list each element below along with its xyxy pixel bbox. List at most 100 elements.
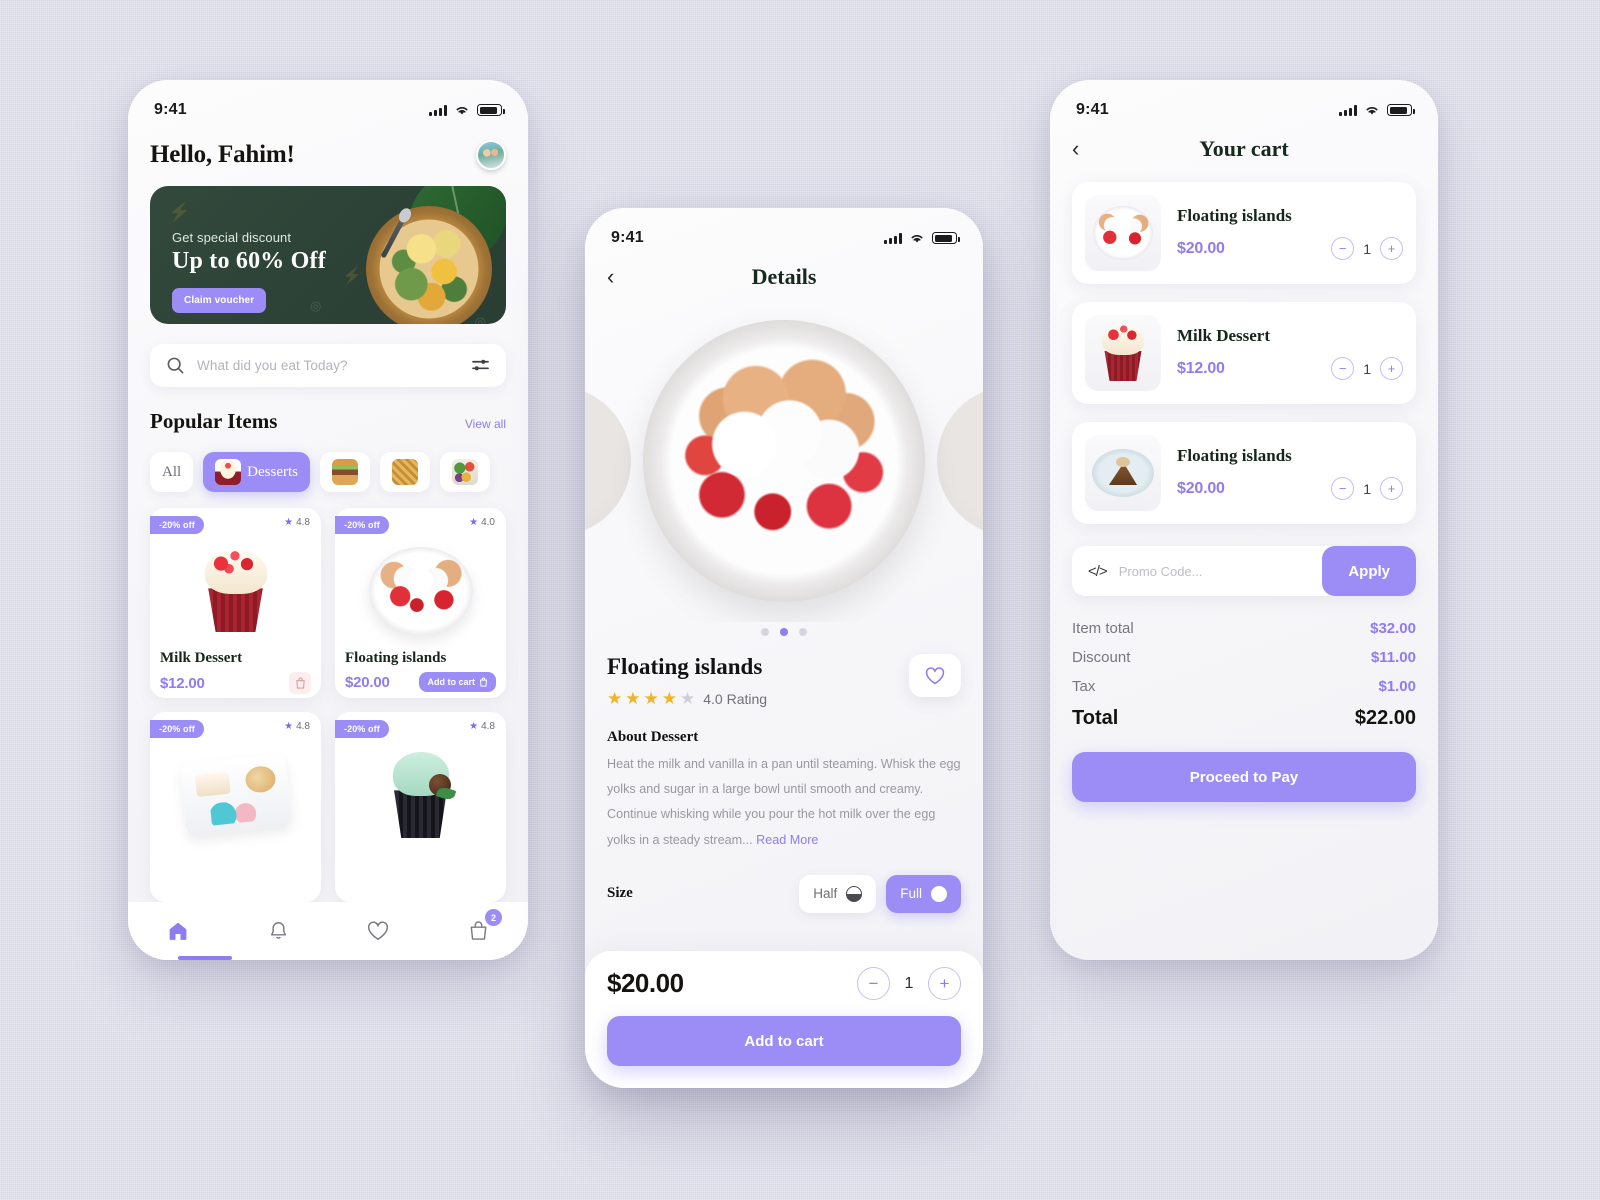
rating-value: 4.0 Rating <box>703 691 768 707</box>
search-input-placeholder[interactable]: What did you eat Today? <box>197 358 459 373</box>
rating-badge: ★ 4.8 <box>469 721 495 732</box>
greeting-text: Hello, Fahim! <box>150 141 295 168</box>
banner-subtitle: Get special discount <box>172 230 292 245</box>
apply-promo-button[interactable]: Apply <box>1322 546 1416 596</box>
product-name: Milk Dessert <box>160 650 243 667</box>
product-card[interactable]: -20% off ★ 4.8 <box>335 712 506 903</box>
cart-item-price: $20.00 <box>1177 479 1225 497</box>
nav-item-notifications[interactable] <box>256 911 300 951</box>
size-option-full[interactable]: Full <box>886 874 961 913</box>
star-icon: ★ <box>625 689 641 708</box>
star-icon: ★ <box>643 689 659 708</box>
product-price: $20.00 <box>345 673 390 691</box>
back-button[interactable]: ‹ <box>1072 138 1096 160</box>
add-to-bag-icon-button[interactable] <box>289 672 311 695</box>
category-chip-desserts[interactable]: Desserts <box>203 452 310 493</box>
category-chip-burger[interactable] <box>320 452 370 493</box>
cupcake-art <box>1098 324 1148 381</box>
promo-banner[interactable]: ⚡ 〰〰 ⚡ ⚡ ◎ ◎ 〰〰 Get special discount Up … <box>150 186 506 325</box>
product-image <box>160 538 311 644</box>
star-icon: ★ <box>284 721 294 733</box>
cart-item-name: Floating islands <box>1177 446 1292 465</box>
quantity-increase-button[interactable]: + <box>928 967 961 1000</box>
add-to-cart-button[interactable]: Add to cart <box>419 672 496 693</box>
quantity-decrease-button[interactable]: − <box>1331 477 1355 500</box>
product-card[interactable]: -20% off ★ 4.8 <box>150 712 321 903</box>
proceed-to-pay-button[interactable]: Proceed to Pay <box>1072 752 1416 802</box>
product-price: $20.00 <box>607 968 684 998</box>
floating-islands-art <box>368 547 473 636</box>
cupcake-art <box>199 548 273 633</box>
size-selector: Size Half Full <box>585 874 983 913</box>
status-bar: 9:41 <box>128 80 528 126</box>
quantity-increase-button[interactable]: + <box>1380 477 1403 500</box>
star-rating: ★ ★ ★ ★ ★ <box>607 689 695 709</box>
rating-value: 4.0 <box>481 517 495 529</box>
full-circle-icon <box>931 885 947 902</box>
phone-cart-screen: 9:41 ‹ Your cart Floating islands $20.00… <box>1050 80 1438 960</box>
cart-item[interactable]: Floating islands $20.00 − 1 + <box>1072 422 1416 524</box>
rating-value: 4.8 <box>296 517 310 529</box>
back-button[interactable]: ‹ <box>607 266 631 288</box>
summary-total-row: Total $22.00 <box>1072 701 1416 736</box>
quantity-value: 1 <box>904 974 914 992</box>
product-card[interactable]: -20% off ★ 4.0 Floating islands $20.00 A… <box>335 508 506 699</box>
nav-item-cart[interactable]: 2 <box>456 909 502 951</box>
quantity-decrease-button[interactable]: − <box>1331 237 1355 260</box>
product-description: Heat the milk and vanilla in a pan until… <box>607 752 961 853</box>
size-option-half[interactable]: Half <box>799 874 877 913</box>
promo-code-field[interactable]: </> Promo Code... Apply <box>1072 546 1416 596</box>
battery-icon <box>477 104 505 116</box>
read-more-link[interactable]: Read More <box>756 833 818 847</box>
bag-icon <box>295 677 305 689</box>
hero-product-image <box>643 320 925 602</box>
rating-badge: ★ 4.8 <box>284 721 310 732</box>
cart-badge: 2 <box>485 909 502 927</box>
product-card[interactable]: -20% off ★ 4.8 Milk Dessert $12.00 <box>150 508 321 699</box>
product-price: $12.00 <box>160 674 205 692</box>
add-to-cart-button[interactable]: Add to cart <box>607 1016 961 1066</box>
product-hero-carousel[interactable] <box>585 300 983 622</box>
home-header: Hello, Fahim! <box>128 126 528 170</box>
nav-item-home[interactable] <box>156 911 200 951</box>
view-all-link[interactable]: View all <box>465 417 506 431</box>
pie-slice-art <box>1092 449 1154 497</box>
category-chip-salad[interactable] <box>440 452 490 493</box>
cart-item[interactable]: Milk Dessert $12.00 − 1 + <box>1072 302 1416 404</box>
category-label: All <box>162 463 182 480</box>
total-label: Total <box>1072 707 1119 729</box>
star-icon: ★ <box>661 689 677 708</box>
quantity-value: 1 <box>1363 480 1371 497</box>
quantity-stepper: − 1 + <box>1331 357 1403 380</box>
cart-item[interactable]: Floating islands $20.00 − 1 + <box>1072 182 1416 284</box>
nav-item-favorites[interactable] <box>356 911 400 951</box>
star-icon-empty: ★ <box>680 689 696 708</box>
mint-cupcake-art <box>381 752 461 839</box>
order-summary: Item total $32.00 Discount $11.00 Tax $1… <box>1072 614 1416 736</box>
carousel-dot[interactable] <box>761 628 769 636</box>
code-icon: </> <box>1088 562 1108 580</box>
macaron-plate-art <box>179 753 292 837</box>
category-chip-all[interactable]: All <box>150 452 194 493</box>
avatar[interactable] <box>476 140 506 170</box>
size-option-label: Full <box>900 886 922 902</box>
category-chip-waffle[interactable] <box>380 452 430 493</box>
carousel-dot[interactable] <box>799 628 807 636</box>
quantity-increase-button[interactable]: + <box>1380 357 1403 380</box>
status-bar: 9:41 <box>1050 80 1438 126</box>
product-image <box>345 538 496 644</box>
carousel-dot-active[interactable] <box>780 628 788 636</box>
quantity-stepper: − 1 + <box>1331 477 1403 500</box>
quantity-decrease-button[interactable]: − <box>1331 357 1355 380</box>
summary-label: Discount <box>1072 649 1131 666</box>
rating-badge: ★ 4.8 <box>284 517 310 528</box>
quantity-increase-button[interactable]: + <box>1380 237 1403 260</box>
quantity-decrease-button[interactable]: − <box>857 967 890 1000</box>
search-bar[interactable]: What did you eat Today? <box>150 344 506 388</box>
nav-active-indicator <box>178 956 232 960</box>
claim-voucher-button[interactable]: Claim voucher <box>172 288 267 313</box>
cart-top-bar: ‹ Your cart <box>1050 126 1438 164</box>
favorite-button[interactable] <box>909 654 961 697</box>
promo-input-placeholder[interactable]: Promo Code... <box>1119 564 1323 579</box>
filter-icon[interactable] <box>471 358 490 373</box>
